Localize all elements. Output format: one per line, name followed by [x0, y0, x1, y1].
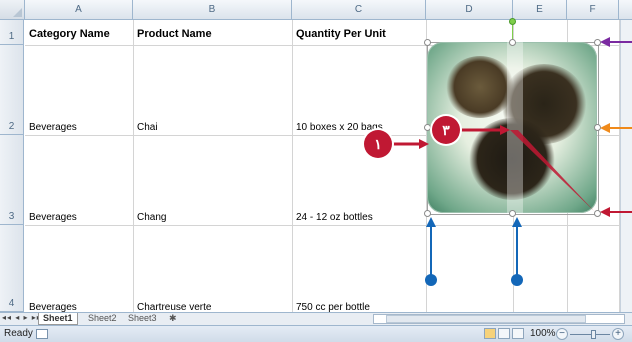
blue-arrow-middle — [512, 217, 522, 277]
callout-dot-middle — [511, 274, 523, 286]
insert-worksheet-icon[interactable]: ✱ — [165, 313, 181, 324]
excel-window: A B C D E F 1 2 3 4 Category Name Produc… — [0, 0, 632, 342]
normal-view-button[interactable] — [484, 328, 496, 339]
callout-1-arrow — [392, 139, 429, 149]
sheet-tab-bar: ◂◂ ◂ ▸ ▸▸ Sheet1 Sheet2 Sheet3 ✱ — [0, 312, 632, 325]
horizontal-scroll-thumb[interactable] — [386, 315, 586, 323]
zoom-level[interactable]: 100% — [530, 328, 556, 339]
orange-arrow — [600, 123, 632, 133]
page-break-view-button[interactable] — [512, 328, 524, 339]
red-pointer-wedge — [510, 130, 594, 211]
sheet-nav-buttons[interactable]: ◂◂ ◂ ▸ ▸▸ — [2, 313, 42, 322]
page-layout-view-button[interactable] — [498, 328, 510, 339]
annotation-overlay — [392, 37, 632, 277]
horizontal-scrollbar[interactable] — [373, 314, 625, 324]
sheet-tab-sheet1[interactable]: Sheet1 — [38, 313, 78, 325]
zoom-slider-track[interactable] — [570, 334, 610, 335]
sheet-tab-sheet3[interactable]: Sheet3 — [124, 313, 161, 324]
zoom-slider-thumb[interactable] — [591, 330, 596, 339]
blue-arrow-left — [426, 217, 436, 277]
purple-arrow — [600, 37, 632, 47]
callout-badge-3: ٣ — [432, 116, 460, 144]
zoom-out-button[interactable]: − — [556, 328, 568, 340]
callout-badge-1: ١ — [364, 130, 392, 158]
status-bar: Ready 100% − + — [0, 325, 632, 342]
callout-dot-left — [425, 274, 437, 286]
status-mode: Ready — [4, 328, 33, 339]
sheet-tab-sheet2[interactable]: Sheet2 — [84, 313, 121, 324]
macro-record-icon[interactable] — [36, 329, 48, 339]
zoom-in-button[interactable]: + — [612, 328, 624, 340]
callout-3-arrow — [460, 125, 510, 135]
red-arrow-right — [600, 207, 632, 217]
